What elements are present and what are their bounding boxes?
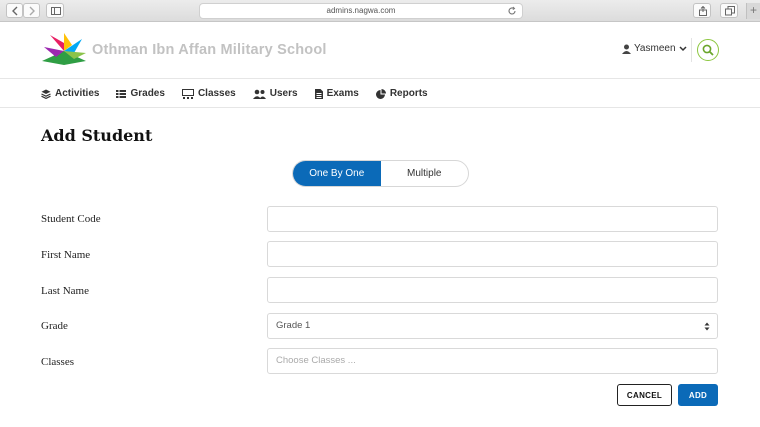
cancel-button[interactable]: CANCEL <box>617 384 672 406</box>
nav-item-label: Exams <box>326 88 359 99</box>
school-name: Othman Ibn Affan Military School <box>92 42 327 58</box>
search-button[interactable] <box>697 39 719 61</box>
browser-toolbar: admins.nagwa.com + <box>0 0 760 22</box>
chevron-right-icon <box>29 6 35 16</box>
nav-item-label: Reports <box>389 88 428 99</box>
school-logo[interactable] <box>40 31 88 67</box>
search-icon <box>702 44 714 56</box>
browser-tabs-button[interactable] <box>720 3 738 18</box>
browser-sidebar-button[interactable] <box>46 3 64 18</box>
users-icon <box>252 89 266 99</box>
page-title: Add Student <box>41 126 153 145</box>
tabs-icon <box>725 6 735 16</box>
user-menu[interactable]: Yasmeen <box>622 43 687 54</box>
browser-back-button[interactable] <box>6 3 23 18</box>
classes-input[interactable]: Choose Classes ... <box>267 348 718 374</box>
nav-item-exams[interactable]: Exams <box>314 88 359 99</box>
nav-item-label: Activities <box>55 88 100 99</box>
document-icon <box>314 88 323 99</box>
student-code-label: Student Code <box>41 213 101 225</box>
nav-item-label: Classes <box>197 88 236 99</box>
sidebar-icon <box>51 7 61 15</box>
user-icon <box>622 44 631 54</box>
chevron-down-icon <box>678 45 687 51</box>
nav-item-activities[interactable]: Activities <box>41 88 99 99</box>
layers-icon <box>41 89 51 99</box>
classroom-icon <box>181 88 194 99</box>
last-name-input[interactable] <box>267 277 718 303</box>
reload-icon[interactable] <box>507 6 517 16</box>
chevron-left-icon <box>12 6 18 16</box>
first-name-input[interactable] <box>267 241 718 267</box>
student-code-input[interactable] <box>267 206 718 232</box>
user-name: Yasmeen <box>634 43 676 54</box>
address-bar[interactable]: admins.nagwa.com <box>199 3 523 19</box>
add-button[interactable]: ADD <box>678 384 718 406</box>
url-text: admins.nagwa.com <box>326 6 396 15</box>
grade-selected-value: Grade 1 <box>276 320 311 331</box>
nav-item-label: Users <box>269 88 298 99</box>
app-header: Othman Ibn Affan Military School Yasmeen <box>0 22 760 79</box>
header-divider <box>691 38 692 62</box>
list-icon <box>116 89 127 98</box>
last-name-label: Last Name <box>41 285 89 297</box>
classes-label: Classes <box>41 356 74 368</box>
main-nav: Activities Grades Classes Users Exams Re… <box>0 80 760 108</box>
grade-select[interactable]: Grade 1 <box>267 313 718 339</box>
pie-chart-icon <box>375 88 386 99</box>
grade-label: Grade <box>41 320 68 332</box>
mode-toggle: One By One Multiple <box>292 160 469 187</box>
nav-item-label: Grades <box>130 88 165 99</box>
nav-item-grades[interactable]: Grades <box>116 88 165 99</box>
toggle-multiple[interactable]: Multiple <box>381 161 469 186</box>
browser-forward-button[interactable] <box>23 3 40 18</box>
browser-share-button[interactable] <box>693 3 711 18</box>
select-arrows-icon <box>704 322 710 331</box>
nav-item-users[interactable]: Users <box>252 88 298 99</box>
toggle-one-by-one[interactable]: One By One <box>293 161 381 186</box>
new-tab-button[interactable]: + <box>746 3 760 19</box>
share-icon <box>699 6 707 16</box>
nav-item-reports[interactable]: Reports <box>375 88 428 99</box>
first-name-label: First Name <box>41 249 91 261</box>
nav-item-classes[interactable]: Classes <box>181 88 236 99</box>
